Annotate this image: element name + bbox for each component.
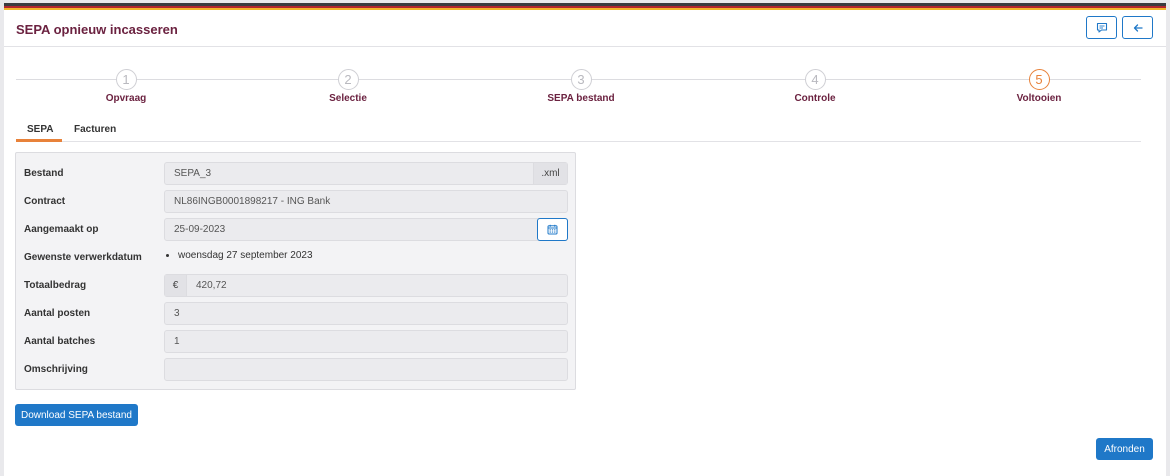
posten-label: Aantal posten xyxy=(24,308,91,319)
bestand-label: Bestand xyxy=(24,168,64,179)
totaalbedrag-value: 420,72 xyxy=(196,280,227,291)
row-verwerkdatum: Gewenste verwerkdatum woensdag 27 septem… xyxy=(16,246,575,270)
finish-button[interactable]: Afronden xyxy=(1096,438,1153,460)
step-number: 2 xyxy=(337,69,359,90)
bestand-field: SEPA_3 .xml xyxy=(164,162,568,185)
step-label: Voltooien xyxy=(1016,93,1062,104)
row-omschrijving: Omschrijving xyxy=(16,358,575,382)
verwerkdatum-list: woensdag 27 september 2023 xyxy=(164,250,313,261)
contract-field: NL86INGB0001898217 - ING Bank xyxy=(164,190,568,213)
tab-facturen[interactable]: Facturen xyxy=(74,124,116,135)
row-aangemaakt: Aangemaakt op 25-09-2023 xyxy=(16,218,575,242)
arrow-left-icon xyxy=(1133,23,1143,32)
currency-symbol: € xyxy=(165,275,187,296)
row-posten: Aantal posten 3 xyxy=(16,302,575,326)
bestand-extension: .xml xyxy=(533,163,567,184)
app-frame: SEPA opnieuw incasseren 1 Opvraag 2 Sele… xyxy=(4,3,1166,476)
step-voltooien[interactable]: 5 Voltooien xyxy=(969,69,1109,104)
step-number: 1 xyxy=(115,69,137,90)
totaalbedrag-label: Totaalbedrag xyxy=(24,280,87,291)
row-batches: Aantal batches 1 xyxy=(16,330,575,354)
batches-field: 1 xyxy=(164,330,568,353)
bestand-value: SEPA_3 xyxy=(174,168,212,179)
page-header: SEPA opnieuw incasseren xyxy=(4,10,1166,47)
batches-value: 1 xyxy=(174,336,180,347)
step-number: 5 xyxy=(1028,69,1050,90)
sepa-details-panel: Bestand SEPA_3 .xml Contract NL86INGB000… xyxy=(15,152,576,390)
row-totaalbedrag: Totaalbedrag € 420,72 xyxy=(16,274,575,298)
step-label: SEPA bestand xyxy=(547,93,615,104)
step-label: Selectie xyxy=(329,93,367,104)
wizard-stepper: 1 Opvraag 2 Selectie 3 SEPA bestand 4 Co… xyxy=(16,69,1141,109)
omschrijving-field xyxy=(164,358,568,381)
comment-icon xyxy=(1096,22,1107,33)
batches-label: Aantal batches xyxy=(24,336,96,347)
page-title: SEPA opnieuw incasseren xyxy=(16,22,178,37)
calendar-button[interactable] xyxy=(537,218,568,241)
step-number: 4 xyxy=(804,69,826,90)
tab-sepa[interactable]: SEPA xyxy=(27,124,54,135)
totaalbedrag-field: € 420,72 xyxy=(164,274,568,297)
posten-value: 3 xyxy=(174,308,180,319)
comment-button[interactable] xyxy=(1086,16,1117,39)
contract-label: Contract xyxy=(24,196,66,207)
row-contract: Contract NL86INGB0001898217 - ING Bank xyxy=(16,190,575,214)
list-item: woensdag 27 september 2023 xyxy=(178,250,313,261)
step-controle[interactable]: 4 Controle xyxy=(745,69,885,104)
posten-field: 3 xyxy=(164,302,568,325)
active-tab-indicator xyxy=(16,139,62,142)
omschrijving-label: Omschrijving xyxy=(24,364,88,375)
row-bestand: Bestand SEPA_3 .xml xyxy=(16,162,575,186)
step-opvraag[interactable]: 1 Opvraag xyxy=(56,69,196,104)
step-label: Opvraag xyxy=(105,93,147,104)
download-sepa-button[interactable]: Download SEPA bestand xyxy=(15,404,138,426)
step-number: 3 xyxy=(570,69,592,90)
calendar-icon xyxy=(547,224,558,235)
step-sepa-bestand[interactable]: 3 SEPA bestand xyxy=(511,69,651,104)
aangemaakt-label: Aangemaakt op xyxy=(24,224,99,235)
aangemaakt-value: 25-09-2023 xyxy=(174,224,226,235)
tab-bar: SEPA Facturen xyxy=(16,121,1141,142)
step-selectie[interactable]: 2 Selectie xyxy=(278,69,418,104)
step-label: Controle xyxy=(794,93,836,104)
aangemaakt-field: 25-09-2023 xyxy=(164,218,568,241)
back-button[interactable] xyxy=(1122,16,1153,39)
verwerkdatum-label: Gewenste verwerkdatum xyxy=(24,252,142,263)
contract-value: NL86INGB0001898217 - ING Bank xyxy=(174,196,331,207)
brand-stripe xyxy=(4,3,1166,10)
